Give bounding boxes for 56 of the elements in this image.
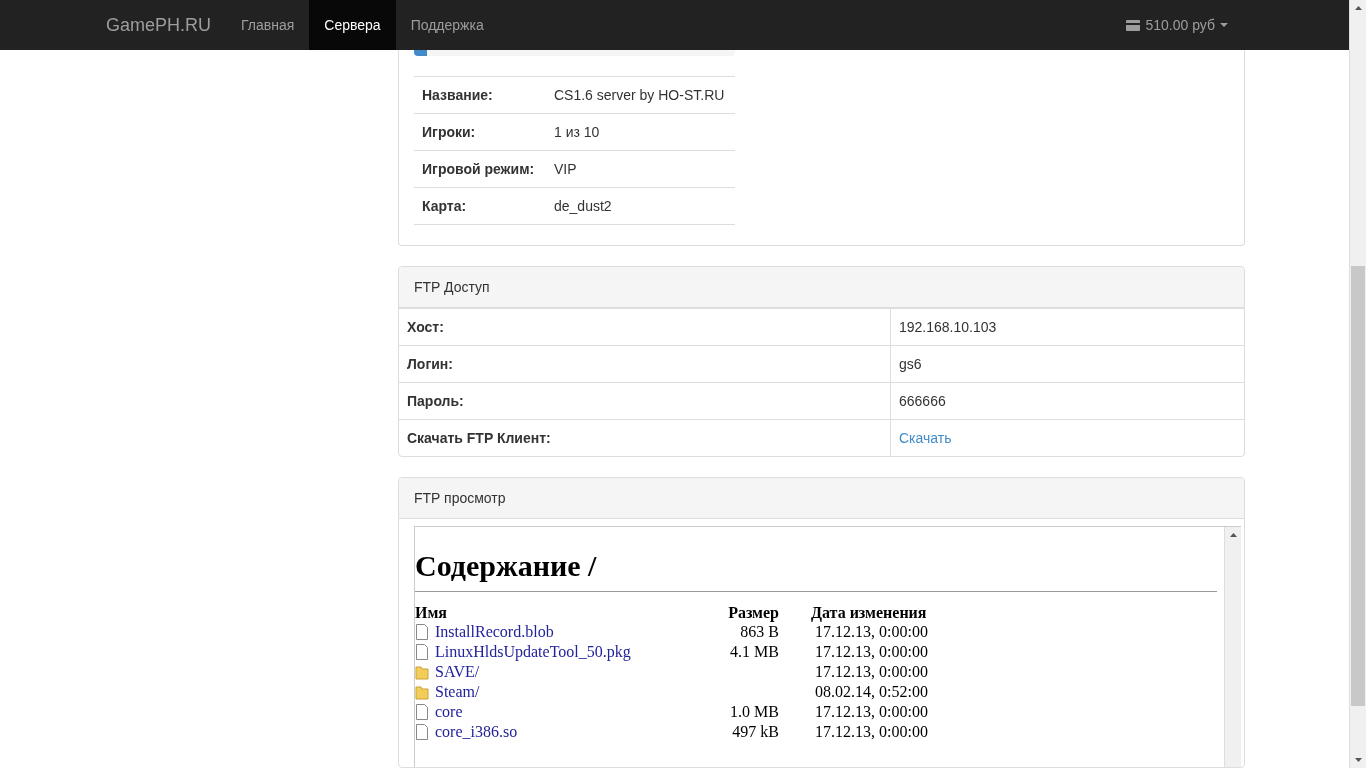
file-date: 17.12.13, 0:00:00 [815, 643, 928, 660]
download-link[interactable]: Скачать [899, 430, 952, 446]
folder-icon [415, 684, 429, 700]
file-link[interactable]: core_i386.so [435, 723, 518, 741]
up-arrow-icon [1229, 533, 1237, 537]
folder-icon [415, 664, 429, 680]
file-link[interactable]: core [435, 703, 463, 721]
file-icon [415, 644, 429, 660]
column-header: Размер [727, 604, 779, 622]
field-value: 1 из 10 [554, 124, 601, 140]
file-size: 4.1 MB [730, 643, 779, 660]
field-label: Название: [422, 87, 494, 103]
panel-title: FTP просмотр [414, 490, 506, 506]
field-value: 666666 [899, 393, 946, 409]
file-size: 1.0 MB [730, 703, 779, 720]
field-value: gs6 [899, 356, 922, 372]
column-header: Имя [415, 604, 448, 622]
field-value: de_dust2 [554, 198, 613, 214]
nav-link[interactable]: Главная [226, 0, 310, 50]
column-header: Дата изменения [810, 604, 928, 622]
field-label: Хост: [407, 319, 444, 335]
nav-link[interactable]: Поддержка [395, 0, 499, 50]
file-icon [415, 624, 429, 640]
field-value: VIP [554, 161, 578, 177]
file-size: 863 B [740, 623, 779, 640]
frame-scrollbar[interactable] [1224, 527, 1241, 767]
up-arrow-icon [1354, 6, 1362, 10]
field-label: Карта: [422, 198, 468, 214]
file-date: 08.02.14, 0:52:00 [815, 683, 928, 700]
field-label: Игроки: [422, 124, 477, 140]
file-link[interactable]: InstallRecord.blob [435, 623, 554, 641]
field-value: CS1.6 server by HO-ST.RU [554, 87, 726, 103]
panel-title: FTP Доступ [414, 279, 490, 295]
file-link[interactable]: Steam/ [435, 683, 480, 701]
file-date: 17.12.13, 0:00:00 [815, 723, 928, 740]
caret-icon [1220, 23, 1228, 27]
field-label: Игровой режим: [422, 161, 536, 177]
file-icon [415, 724, 429, 740]
nav-link[interactable]: Сервера [309, 0, 396, 50]
field-value: 192.168.10.103 [899, 319, 997, 335]
brand-link[interactable]: GamePH.RU [91, 0, 227, 50]
field-label: Логин: [407, 356, 453, 372]
credit-card-icon [1126, 19, 1141, 31]
file-icon [415, 704, 429, 720]
file-date: 17.12.13, 0:00:00 [815, 703, 928, 720]
file-link[interactable]: LinuxHldsUpdateTool_50.pkg [435, 643, 631, 661]
page-scrollbar[interactable] [1349, 0, 1366, 768]
directory-heading: Содержание / [415, 549, 1217, 592]
field-label: Скачать FTP Клиент: [407, 430, 551, 446]
file-date: 17.12.13, 0:00:00 [815, 623, 928, 640]
file-date: 17.12.13, 0:00:00 [815, 663, 928, 680]
balance-dropdown[interactable]: 510.00 руб [1126, 0, 1228, 50]
file-link[interactable]: SAVE/ [435, 663, 480, 681]
field-label: Пароль: [407, 393, 464, 409]
file-size: 497 kB [732, 723, 779, 740]
down-arrow-icon [1354, 758, 1362, 762]
